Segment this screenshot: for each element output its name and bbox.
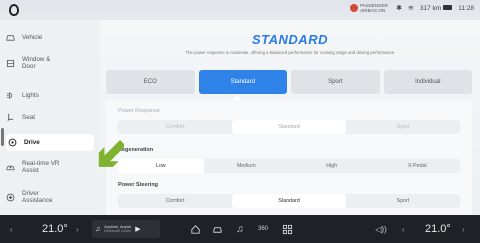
left-temperature[interactable]: 21.0° — [42, 215, 68, 243]
regeneration-medium-option[interactable]: Medium — [204, 159, 290, 173]
sidebar-item-real-time-vr-assist[interactable]: Real-time VR Assist — [6, 160, 94, 174]
regeneration-low-option[interactable]: Low — [118, 159, 204, 173]
sidebar-item-label: Vehicle — [22, 34, 43, 41]
status-bar: PASSENGER AIRBAG ON ✱ ≋ 317 km 11:28 — [0, 0, 480, 20]
airbag-label: PASSENGER AIRBAG ON — [360, 3, 388, 13]
vehicle-button[interactable] — [210, 215, 224, 243]
right-temp-up-button[interactable]: › — [462, 215, 465, 243]
chevron-right-icon: › — [76, 224, 79, 234]
mode-eco-button[interactable]: ECO — [106, 70, 195, 94]
media-source: Bluetooth Audio — [104, 229, 131, 233]
drive-mode-selector: ECO Standard Sport Individual — [106, 70, 472, 94]
left-temp-up-button[interactable]: › — [76, 215, 79, 243]
volume-icon: ◁)) — [375, 224, 387, 234]
battery-icon — [443, 5, 453, 11]
sidebar-scroll-indicator — [1, 128, 4, 146]
drive-mode-title: STANDARD — [252, 32, 328, 47]
power-steering-sport-option[interactable]: Sport — [346, 194, 460, 208]
regeneration-selector: Low Medium High X-Pedal — [118, 159, 460, 173]
music-button[interactable]: ♫ — [233, 215, 247, 243]
sidebar-item-seat[interactable]: Seat — [6, 113, 94, 122]
bottom-dock: ‹ 21.0° › ♫ Anytime, Anywh Bluetooth Aud… — [0, 215, 480, 243]
sidebar-item-label: Drive — [24, 139, 40, 146]
mode-standard-button[interactable]: Standard — [198, 70, 287, 94]
mode-sport-button[interactable]: Sport — [291, 70, 380, 94]
music-icon: ♫ — [236, 223, 244, 235]
range-readout: 317 km — [420, 5, 453, 12]
drive-mode-description: The power response is moderate, offering… — [185, 50, 395, 55]
apps-grid-icon — [280, 222, 294, 236]
power-steering-label: Power Steering — [118, 182, 159, 188]
power-steering-comfort-option[interactable]: Comfort — [118, 194, 232, 208]
mode-individual-button[interactable]: Individual — [383, 70, 472, 94]
sidebar-item-label: Driver Assistance — [22, 190, 53, 204]
right-temp-down-button[interactable]: ‹ — [402, 215, 405, 243]
sidebar-item-lights[interactable]: Lights — [6, 91, 94, 100]
home-button[interactable] — [188, 215, 202, 243]
settings-sidebar: Vehicle Window & Door Lights Seat Drive … — [0, 20, 100, 215]
airbag-icon — [350, 4, 359, 12]
clock: 11:28 — [458, 4, 474, 12]
sidebar-item-window-door[interactable]: Window & Door — [6, 56, 94, 70]
regeneration-x-pedal-option[interactable]: X-Pedal — [375, 159, 461, 173]
sidebar-item-vehicle[interactable]: Vehicle — [6, 33, 94, 42]
power-response-label: Power Response — [118, 108, 160, 114]
regeneration-high-option[interactable]: High — [289, 159, 375, 173]
left-temp-down-button[interactable]: ‹ — [10, 215, 13, 243]
chevron-left-icon: ‹ — [10, 224, 13, 234]
drive-mode-panel: STANDARD The power response is moderate,… — [100, 20, 480, 215]
sidebar-item-drive[interactable]: Drive — [6, 134, 94, 151]
volume-button[interactable]: ◁)) — [374, 215, 388, 243]
seat-icon — [6, 113, 15, 122]
power-response-selector: Comfort Standard Sport — [118, 120, 460, 134]
360-camera-icon: 360 — [257, 226, 268, 232]
home-icon — [188, 222, 202, 236]
360-view-button[interactable]: 360 — [256, 215, 270, 243]
brand-logo — [9, 4, 19, 16]
media-widget[interactable]: ♫ Anytime, Anywh Bluetooth Audio ▶ — [92, 220, 160, 238]
drive-settings-panel: Power Response Comfort Standard Sport Re… — [106, 100, 472, 215]
window-icon — [6, 59, 15, 68]
wifi-icon: ≋ — [408, 5, 414, 12]
chevron-right-icon: › — [462, 224, 465, 234]
power-response-comfort-option[interactable]: Comfort — [118, 120, 232, 134]
sidebar-item-label: Seat — [22, 114, 35, 121]
pointer-arrow-icon — [98, 139, 124, 167]
vr-icon — [6, 163, 15, 172]
sidebar-item-label: Real-time VR Assist — [22, 160, 60, 174]
power-response-sport-option[interactable]: Sport — [346, 120, 460, 134]
assist-icon — [6, 193, 15, 202]
bluetooth-icon: ✱ — [396, 5, 402, 12]
sidebar-item-driver-assistance[interactable]: Driver Assistance — [6, 190, 94, 204]
apps-button[interactable] — [280, 215, 294, 243]
power-steering-standard-option[interactable]: Standard — [232, 194, 346, 208]
sidebar-item-label: Lights — [22, 92, 39, 99]
steering-icon — [8, 138, 17, 147]
car-icon — [6, 33, 15, 42]
status-indicators: PASSENGER AIRBAG ON ✱ ≋ 317 km 11:28 — [350, 3, 474, 13]
power-steering-selector: Comfort Standard Sport — [118, 194, 460, 208]
car-seat-icon — [210, 222, 224, 236]
right-temperature[interactable]: 21.0° — [425, 215, 451, 243]
power-response-standard-option[interactable]: Standard — [232, 120, 346, 134]
play-icon[interactable]: ▶ — [135, 225, 140, 233]
music-note-icon: ♫ — [95, 225, 101, 233]
light-icon — [6, 91, 15, 100]
chevron-left-icon: ‹ — [402, 224, 405, 234]
sidebar-item-label: Window & Door — [22, 56, 51, 70]
passenger-airbag-indicator: PASSENGER AIRBAG ON — [350, 3, 390, 13]
